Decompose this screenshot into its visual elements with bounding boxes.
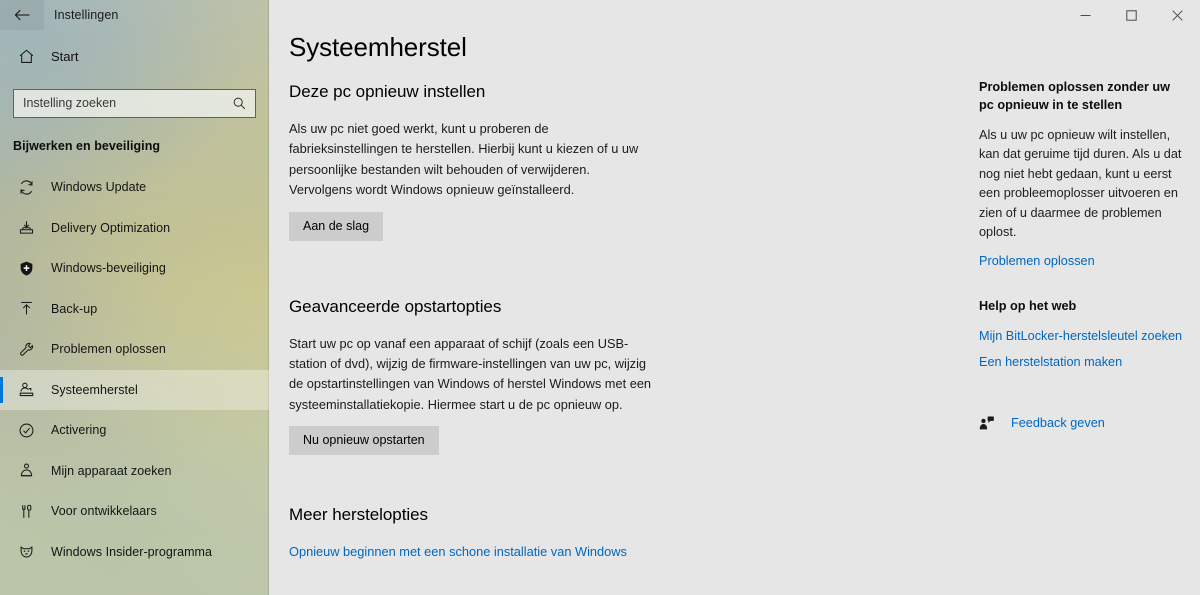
sidebar-item-windows-update[interactable]: Windows Update: [0, 167, 269, 208]
search-icon[interactable]: [227, 91, 251, 116]
settings-detail-column: Systeemherstel Deze pc opnieuw instellen…: [269, 0, 959, 595]
sidebar-item-label: Back-up: [51, 301, 98, 316]
main-content-area: Systeemherstel Deze pc opnieuw instellen…: [269, 0, 1200, 595]
refresh-icon: [13, 179, 39, 196]
sidebar: Start Bijwerken en beveiliging: [0, 0, 269, 595]
maximize-button[interactable]: [1108, 0, 1154, 30]
sidebar-item-recovery[interactable]: Systeemherstel: [0, 369, 269, 410]
search-input[interactable]: [23, 91, 227, 116]
section-description: Start uw pc op vanaf een apparaat of sch…: [289, 335, 652, 412]
sidebar-item-activation[interactable]: Activering: [0, 410, 269, 451]
upload-arrow-icon: [13, 300, 39, 317]
feedback-person-icon: [979, 416, 1001, 430]
window-title: Instellingen: [54, 8, 119, 22]
sidebar-item-label: Systeemherstel: [51, 382, 138, 397]
section-more-recovery-options: Meer herstelopties Opnieuw beginnen met …: [289, 503, 959, 562]
sidebar-item-label: Windows-beveiliging: [51, 261, 166, 276]
rail-title: Problemen oplossen zonder uw pc opnieuw …: [979, 80, 1171, 112]
back-button[interactable]: [0, 0, 44, 30]
recovery-icon: [13, 381, 39, 398]
settings-window: Start Bijwerken en beveiliging: [0, 0, 1200, 595]
get-started-button[interactable]: Aan de slag: [289, 211, 384, 241]
give-feedback-button[interactable]: Feedback geven: [979, 416, 1184, 430]
right-rail: Problemen oplossen zonder uw pc opnieuw …: [979, 0, 1200, 595]
sidebar-item-label: Windows Insider-programma: [51, 544, 213, 559]
page-title: Systeemherstel: [289, 32, 467, 62]
shield-icon: [13, 260, 39, 277]
close-button[interactable]: [1154, 0, 1200, 30]
sidebar-item-home[interactable]: Start: [0, 36, 269, 76]
section-title: Meer herstelopties: [289, 505, 428, 525]
search-container: [13, 89, 256, 118]
sidebar-item-label: Windows Update: [51, 180, 147, 195]
sidebar-item-label: Problemen oplossen: [51, 342, 166, 357]
section-advanced-startup: Geavanceerde opstartopties Start uw pc o…: [289, 295, 959, 456]
wrench-icon: [13, 341, 39, 358]
fresh-start-link[interactable]: Opnieuw beginnen met een schone installa…: [289, 544, 627, 559]
sidebar-item-find-my-device[interactable]: Mijn apparaat zoeken: [0, 451, 269, 492]
rail-block-web-help: Help op het web Mijn BitLocker-herstelsl…: [979, 297, 1184, 372]
rail-troubleshoot-link[interactable]: Problemen oplossen: [979, 252, 1184, 271]
sidebar-item-windows-security[interactable]: Windows-beveiliging: [0, 248, 269, 289]
home-icon: [13, 48, 39, 65]
download-box-icon: [13, 219, 39, 236]
minimize-button[interactable]: [1062, 0, 1108, 30]
section-reset-this-pc: Deze pc opnieuw instellen Als uw pc niet…: [289, 80, 959, 241]
section-description: Als uw pc niet goed werkt, kunt u prober…: [289, 121, 639, 198]
sidebar-nav-list: Windows Update Delivery Optimization Win…: [0, 167, 269, 572]
developer-tools-icon: [13, 503, 39, 520]
section-title: Deze pc opnieuw instellen: [289, 82, 486, 101]
rail-description: Als u uw pc opnieuw wilt instellen, kan …: [979, 128, 1182, 240]
sidebar-item-troubleshoot[interactable]: Problemen oplossen: [0, 329, 269, 370]
section-title: Geavanceerde opstartopties: [289, 296, 502, 316]
rail-bitlocker-link[interactable]: Mijn BitLocker-herstelsleutel zoeken: [979, 327, 1184, 346]
sidebar-home-label: Start: [51, 48, 79, 64]
sidebar-item-backup[interactable]: Back-up: [0, 289, 269, 330]
sidebar-item-label: Mijn apparaat zoeken: [51, 463, 172, 478]
sidebar-item-label: Delivery Optimization: [51, 220, 171, 235]
sidebar-item-windows-insider[interactable]: Windows Insider-programma: [0, 532, 269, 573]
give-feedback-label: Feedback geven: [1011, 416, 1105, 431]
sidebar-item-label: Voor ontwikkelaars: [51, 504, 157, 519]
insider-cat-icon: [13, 543, 39, 560]
sidebar-item-for-developers[interactable]: Voor ontwikkelaars: [0, 491, 269, 532]
rail-title: Help op het web: [979, 299, 1077, 314]
check-circle-icon: [13, 422, 39, 439]
sidebar-item-label: Activering: [51, 423, 107, 438]
find-device-icon: [13, 462, 39, 479]
search-box[interactable]: [13, 89, 256, 118]
restart-now-button[interactable]: Nu opnieuw opstarten: [289, 426, 439, 456]
sidebar-item-delivery-optimization[interactable]: Delivery Optimization: [0, 208, 269, 249]
rail-recovery-drive-link[interactable]: Een herstelstation maken: [979, 353, 1184, 372]
window-controls: [1062, 0, 1200, 30]
rail-block-troubleshoot: Problemen oplossen zonder uw pc opnieuw …: [979, 78, 1184, 271]
sidebar-category-heading: Bijwerken en beveiliging: [13, 139, 161, 153]
